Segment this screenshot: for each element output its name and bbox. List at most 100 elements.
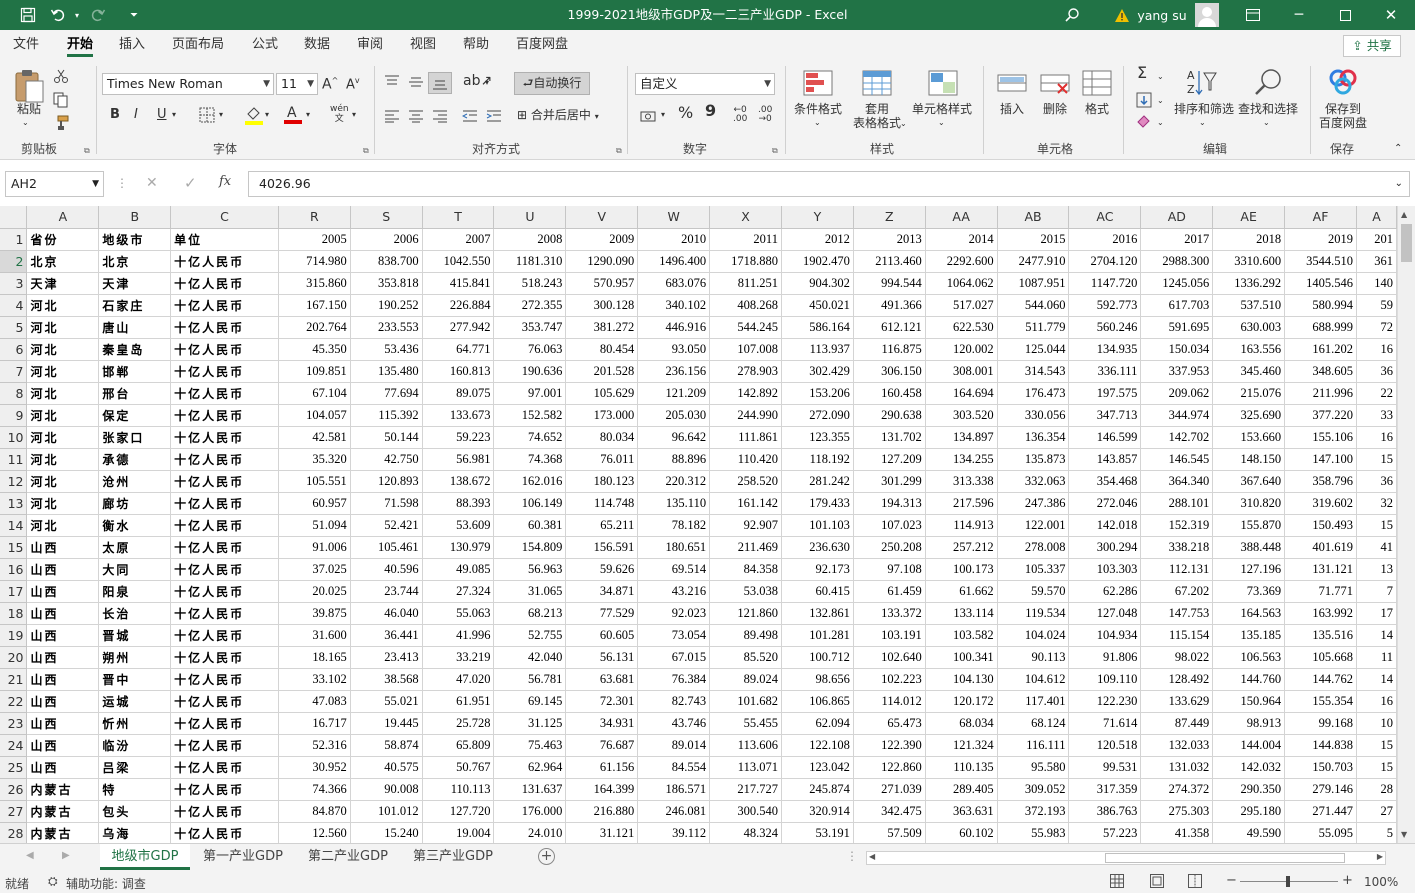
cell[interactable]: 运城 xyxy=(98,690,172,713)
cell[interactable]: 290.350 xyxy=(1212,778,1286,801)
cell[interactable]: 246.081 xyxy=(637,800,711,823)
cell[interactable]: 18.165 xyxy=(278,646,351,669)
cell[interactable]: 372.193 xyxy=(997,800,1070,823)
cell[interactable]: 164.399 xyxy=(565,778,639,801)
cell[interactable]: 山西 xyxy=(26,580,100,603)
cell[interactable]: 省份 xyxy=(26,228,100,251)
cell[interactable]: 104.934 xyxy=(1068,624,1142,647)
cell[interactable]: 张家口 xyxy=(98,426,172,449)
cell[interactable]: 100.341 xyxy=(925,646,998,669)
decrease-indent-icon[interactable] xyxy=(461,109,478,126)
cell[interactable]: 176.000 xyxy=(493,800,567,823)
cell[interactable]: 59.223 xyxy=(422,426,495,449)
cell[interactable]: 301.299 xyxy=(853,470,926,493)
cell[interactable]: 1064.062 xyxy=(925,272,998,295)
cell[interactable]: 104.130 xyxy=(925,668,998,691)
merge-center-button[interactable]: ⊞ 合并后居中 ▾ xyxy=(517,108,617,124)
currency-dropdown-icon[interactable]: ▾ xyxy=(661,108,665,122)
row-header[interactable]: 20 xyxy=(0,646,28,669)
chevron-down-icon[interactable]: ⌄ xyxy=(938,116,945,130)
cell[interactable]: 晋城 xyxy=(98,624,172,647)
cell[interactable]: 77.694 xyxy=(350,382,423,405)
cell[interactable]: 118.192 xyxy=(781,448,854,471)
cell[interactable]: 143.857 xyxy=(1068,448,1142,471)
cell[interactable]: 47.020 xyxy=(422,668,495,691)
zoom-level[interactable]: 100% xyxy=(1364,875,1398,889)
row-header[interactable]: 24 xyxy=(0,734,28,757)
cell[interactable]: 544.060 xyxy=(997,294,1070,317)
cell[interactable]: 109.110 xyxy=(1068,668,1142,691)
cell[interactable]: 13 xyxy=(1356,558,1397,581)
prev-sheet-icon[interactable]: ◀ xyxy=(26,850,34,861)
paste-button[interactable]: 粘贴 xyxy=(14,102,44,116)
cell[interactable]: 十亿人民币 xyxy=(170,382,279,405)
zoom-slider[interactable] xyxy=(1240,876,1338,887)
cell[interactable]: 36 xyxy=(1356,470,1397,493)
column-header[interactable]: T xyxy=(422,206,495,229)
cell[interactable]: 278.008 xyxy=(997,536,1070,559)
row-header[interactable]: 26 xyxy=(0,778,28,801)
cell[interactable]: 401.619 xyxy=(1284,536,1357,559)
cell[interactable]: 179.433 xyxy=(781,492,854,515)
row-header[interactable]: 13 xyxy=(0,492,28,515)
cell[interactable]: 115.392 xyxy=(350,404,423,427)
cell[interactable]: 62.286 xyxy=(1068,580,1142,603)
cell[interactable]: 122.860 xyxy=(853,756,926,779)
cell[interactable]: 51.094 xyxy=(278,514,351,537)
row-header[interactable]: 22 xyxy=(0,690,28,713)
clipboard-launcher-icon[interactable]: ⧉ xyxy=(84,146,90,156)
cell[interactable]: 110.135 xyxy=(925,756,998,779)
cell[interactable]: 111.861 xyxy=(709,426,782,449)
cell[interactable]: 332.063 xyxy=(997,470,1070,493)
cell[interactable]: 2006 xyxy=(350,228,423,251)
cell[interactable]: 309.052 xyxy=(997,778,1070,801)
cell[interactable]: 150.703 xyxy=(1284,756,1357,779)
cell[interactable]: 12.560 xyxy=(278,822,351,843)
column-header[interactable]: U xyxy=(493,206,567,229)
cell[interactable]: 61.156 xyxy=(565,756,639,779)
cell[interactable]: 3310.600 xyxy=(1212,250,1286,273)
cell[interactable]: 250.208 xyxy=(853,536,926,559)
cell[interactable]: 76.063 xyxy=(493,338,567,361)
underline-button[interactable]: U xyxy=(157,108,167,122)
cell[interactable]: 廊坊 xyxy=(98,492,172,515)
cell[interactable]: 75.463 xyxy=(493,734,567,757)
cell[interactable]: 16 xyxy=(1356,690,1397,713)
scroll-thumb[interactable] xyxy=(1105,853,1345,863)
cell[interactable]: 164.563 xyxy=(1212,602,1286,625)
cell[interactable]: 209.062 xyxy=(1140,382,1214,405)
cell[interactable]: 134.897 xyxy=(925,426,998,449)
cell[interactable]: 47.083 xyxy=(278,690,351,713)
cell[interactable]: 345.460 xyxy=(1212,360,1286,383)
cell[interactable]: 201 xyxy=(1356,228,1397,251)
cell[interactable]: 2013 xyxy=(853,228,926,251)
cell[interactable]: 71.598 xyxy=(350,492,423,515)
cell[interactable]: 683.076 xyxy=(637,272,711,295)
cell[interactable]: 160.813 xyxy=(422,360,495,383)
align-left-icon[interactable] xyxy=(384,109,400,126)
name-box[interactable]: AH2 ▼ xyxy=(5,171,104,197)
cell[interactable]: 133.629 xyxy=(1140,690,1214,713)
format-cells-button[interactable]: 格式 xyxy=(1082,102,1112,116)
cell[interactable]: 136.354 xyxy=(997,426,1070,449)
cell[interactable]: 60.381 xyxy=(493,514,567,537)
cell[interactable]: 23.744 xyxy=(350,580,423,603)
cell[interactable]: 2014 xyxy=(925,228,998,251)
cell[interactable]: 地级市 xyxy=(98,228,172,251)
cell[interactable]: 55.455 xyxy=(709,712,782,735)
cell[interactable]: 十亿人民币 xyxy=(170,272,279,295)
align-top-icon[interactable] xyxy=(384,75,400,92)
increase-font-icon[interactable]: A^ xyxy=(322,74,338,92)
cell[interactable]: 150.034 xyxy=(1140,338,1214,361)
cell[interactable]: 15 xyxy=(1356,734,1397,757)
cell[interactable]: 337.953 xyxy=(1140,360,1214,383)
cell[interactable]: 114.012 xyxy=(853,690,926,713)
cell[interactable]: 2012 xyxy=(781,228,854,251)
cell[interactable]: 80.454 xyxy=(565,338,639,361)
search-icon[interactable] xyxy=(1060,0,1084,30)
cell[interactable]: 98.656 xyxy=(781,668,854,691)
cell[interactable]: 85.520 xyxy=(709,646,782,669)
cell[interactable]: 133.114 xyxy=(925,602,998,625)
cell[interactable]: 24.010 xyxy=(493,822,567,843)
cell[interactable]: 36.441 xyxy=(350,624,423,647)
